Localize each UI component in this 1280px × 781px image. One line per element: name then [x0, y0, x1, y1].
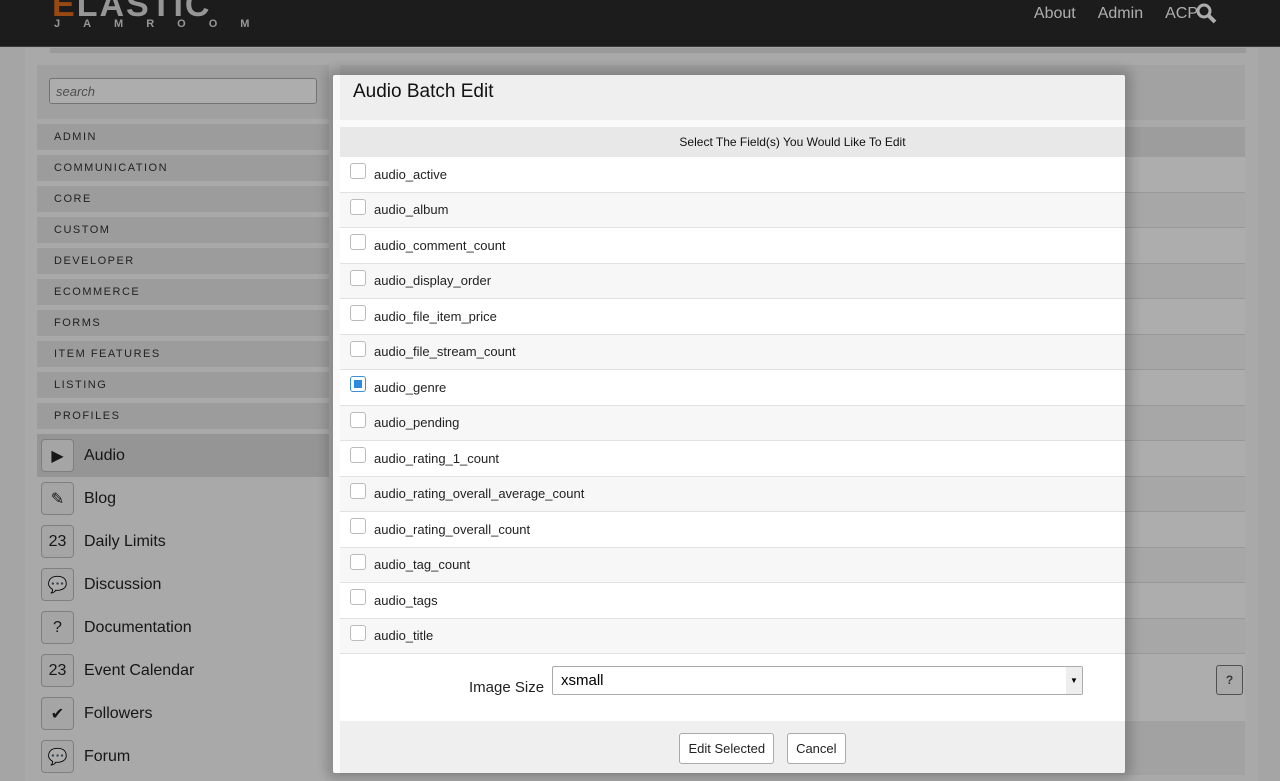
field-checkbox[interactable]	[350, 163, 366, 180]
sidebar-module[interactable]: 💬 Forum	[37, 735, 329, 778]
field-checkbox[interactable]	[350, 589, 366, 606]
field-checkbox[interactable]	[350, 518, 366, 535]
edit-selected-button[interactable]: Edit Selected	[679, 732, 775, 764]
fields-header: Select The Field(s) You Would Like To Ed…	[340, 127, 1245, 157]
module-label: Forum	[84, 747, 131, 765]
field-row: audio_rating_overall_average_count	[340, 476, 1245, 512]
search-icon[interactable]	[1196, 3, 1218, 25]
main-panel: Audio Batch Edit Select The Field(s) You…	[340, 65, 1245, 775]
chevron-down-icon: ▼	[1066, 667, 1082, 694]
module-label: Event Calendar	[84, 661, 195, 679]
module-icon: 23	[41, 525, 74, 558]
nav-admin[interactable]: Admin	[1098, 5, 1143, 23]
image-size-label: Image Size	[469, 679, 545, 696]
field-label: audio_rating_overall_average_count	[374, 486, 585, 502]
image-size-value: xsmall	[561, 672, 604, 689]
field-row: audio_file_stream_count	[340, 334, 1245, 370]
field-label: audio_display_order	[374, 273, 492, 289]
field-label: audio_file_item_price	[374, 308, 497, 324]
top-bar: ELASTIC JAMROOM About Admin ACP	[0, 0, 1280, 47]
field-checkbox[interactable]	[350, 269, 366, 286]
field-row: audio_title	[340, 618, 1245, 654]
field-checkbox[interactable]	[350, 305, 366, 322]
search-input[interactable]	[49, 78, 317, 104]
module-icon: 23	[41, 654, 74, 687]
field-row: audio_active	[340, 157, 1245, 193]
sidebar-module[interactable]: ✎ Blog	[37, 477, 329, 520]
module-icon: ▶	[41, 439, 74, 472]
field-label: audio_file_stream_count	[374, 344, 516, 360]
module-label: Followers	[84, 704, 153, 722]
nav-acp[interactable]: ACP	[1165, 5, 1198, 23]
field-row: audio_file_item_price	[340, 299, 1245, 335]
help-button[interactable]: ?	[1216, 665, 1243, 695]
sidebar-group[interactable]: FORMS	[37, 310, 329, 336]
field-label: audio_comment_count	[374, 237, 506, 253]
sidebar-group[interactable]: PROFILES	[37, 403, 329, 429]
field-checkbox[interactable]	[350, 411, 366, 428]
image-size-row: Image Size xsmall ▼ ?	[340, 654, 1245, 721]
sidebar-module[interactable]: 23 Event Calendar	[37, 649, 329, 692]
module-icon: ✔	[41, 697, 74, 730]
nav-about[interactable]: About	[1034, 5, 1076, 23]
sidebar-module[interactable]: ? Documentation	[37, 606, 329, 649]
sidebar: ADMIN COMMUNICATION CORE CUSTOM DEVELOPER ECO…	[37, 65, 329, 781]
field-row: audio_tag_count	[340, 547, 1245, 583]
field-row: audio_rating_overall_count	[340, 512, 1245, 548]
field-row: audio_genre	[340, 370, 1245, 406]
button-bar: Edit Selected Cancel	[340, 721, 1245, 775]
field-checkbox[interactable]	[350, 234, 366, 251]
sidebar-module[interactable]: ✔ Followers	[37, 692, 329, 735]
field-label: audio_rating_overall_count	[374, 521, 531, 537]
logo-subtitle: JAMROOM	[54, 18, 273, 30]
field-label: audio_album	[374, 202, 449, 218]
field-label: audio_active	[374, 166, 447, 182]
field-label: audio_genre	[374, 379, 447, 395]
sidebar-group[interactable]: CORE	[37, 186, 329, 212]
field-row: audio_tags	[340, 583, 1245, 619]
field-row: audio_pending	[340, 405, 1245, 441]
field-checkbox[interactable]	[350, 553, 366, 570]
field-label: audio_pending	[374, 415, 460, 431]
sidebar-group[interactable]: LISTING	[37, 372, 329, 398]
sidebar-module[interactable]: ▶ Audio	[37, 434, 329, 477]
field-checkbox[interactable]	[350, 340, 366, 357]
field-row: audio_display_order	[340, 263, 1245, 299]
tab-strip	[50, 48, 1246, 53]
sidebar-group[interactable]: ECOMMERCE	[37, 279, 329, 305]
top-nav: About Admin ACP	[1034, 5, 1198, 23]
module-icon: 💬	[41, 740, 74, 773]
field-row: audio_rating_1_count	[340, 441, 1245, 477]
module-label: Blog	[84, 489, 117, 507]
page-title: Audio Batch Edit	[340, 65, 1245, 120]
field-checkbox[interactable]	[350, 624, 366, 641]
field-label: audio_rating_1_count	[374, 450, 500, 466]
sidebar-group[interactable]: COMMUNICATION	[37, 155, 329, 181]
field-checkbox[interactable]	[350, 447, 366, 464]
module-label: Documentation	[84, 618, 192, 636]
sidebar-group[interactable]: ITEM FEATURES	[37, 341, 329, 367]
field-row: audio_album	[340, 192, 1245, 228]
module-label: Discussion	[84, 575, 162, 593]
sidebar-module[interactable]: 💬 Discussion	[37, 563, 329, 606]
module-icon: ✎	[41, 482, 74, 515]
field-checkbox[interactable]	[350, 198, 366, 215]
module-label: Daily Limits	[84, 532, 166, 550]
field-row: audio_comment_count	[340, 228, 1245, 264]
field-label: audio_tags	[374, 592, 438, 608]
field-label: audio_title	[374, 628, 434, 644]
field-checkbox[interactable]	[350, 376, 366, 393]
image-size-select[interactable]: xsmall ▼	[552, 666, 1083, 695]
module-icon: ?	[41, 611, 74, 644]
field-label: audio_tag_count	[374, 557, 471, 573]
field-checkbox[interactable]	[350, 482, 366, 499]
module-label: Audio	[84, 446, 125, 464]
sidebar-group[interactable]: DEVELOPER	[37, 248, 329, 274]
module-icon: 💬	[41, 568, 74, 601]
cancel-button[interactable]: Cancel	[787, 732, 846, 764]
sidebar-module[interactable]: 23 Daily Limits	[37, 520, 329, 563]
sidebar-group[interactable]: CUSTOM	[37, 217, 329, 243]
sidebar-group[interactable]: ADMIN	[37, 124, 329, 150]
